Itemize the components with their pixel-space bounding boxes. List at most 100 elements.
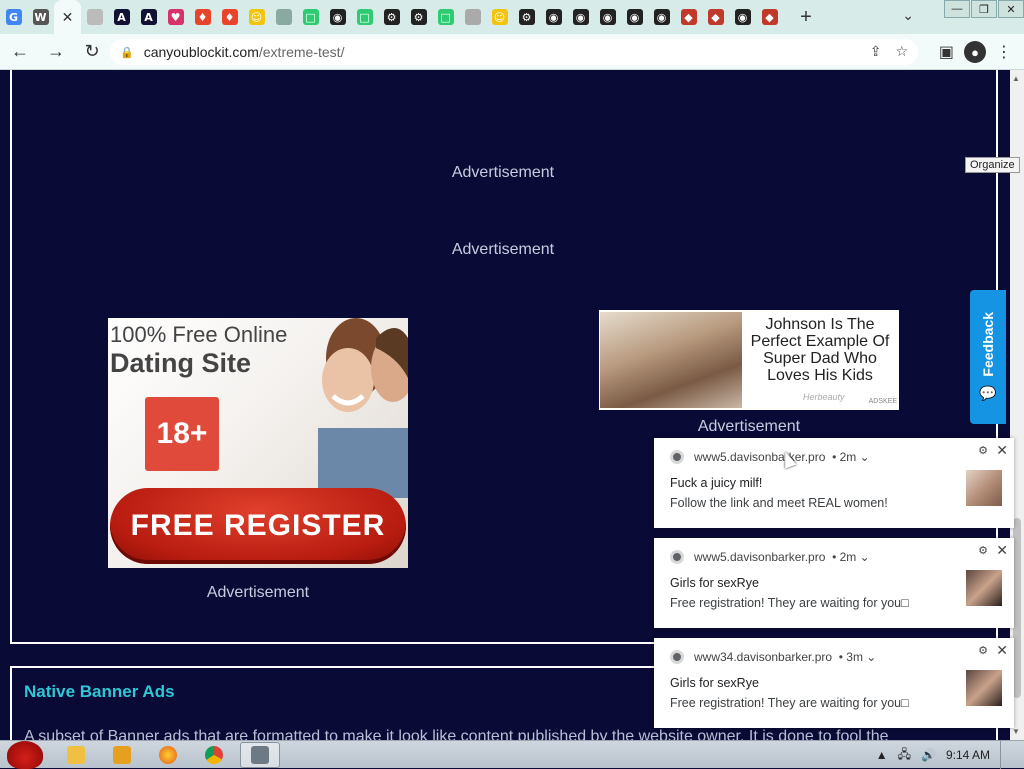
scroll-thumb[interactable] xyxy=(1013,518,1021,698)
minimize-button[interactable]: — xyxy=(944,0,970,18)
file-explorer-button[interactable] xyxy=(56,742,96,768)
close-icon[interactable]: ✕ xyxy=(996,442,1008,459)
browser-tab[interactable]: □ xyxy=(432,0,459,34)
browser-tab[interactable]: W xyxy=(27,0,54,34)
gear-icon[interactable]: ⚙ xyxy=(978,644,988,657)
browser-tab[interactable]: ⚙ xyxy=(405,0,432,34)
browser-tab[interactable]: ◆ xyxy=(675,0,702,34)
gear-icon[interactable]: ⚙ xyxy=(978,544,988,557)
angry-bird-icon xyxy=(7,740,43,769)
reload-button[interactable]: ↻ xyxy=(76,36,108,68)
close-window-button[interactable]: ✕ xyxy=(998,0,1024,18)
show-desktop-button[interactable] xyxy=(1000,741,1010,769)
browser-tab[interactable]: ♦ xyxy=(216,0,243,34)
browser-tab[interactable] xyxy=(459,0,486,34)
calculator-button[interactable] xyxy=(240,741,280,768)
browser-tab[interactable]: □ xyxy=(297,0,324,34)
browser-tab[interactable]: ◉ xyxy=(324,0,351,34)
notification-thumbnail xyxy=(966,670,1002,706)
organize-tooltip: Organize xyxy=(965,157,1020,173)
browser-tab[interactable]: G xyxy=(0,0,27,34)
notification-title: Fuck a juicy milf! xyxy=(670,476,763,490)
browser-tab[interactable]: ◉ xyxy=(540,0,567,34)
browser-tab[interactable]: □ xyxy=(351,0,378,34)
dating-ad-banner[interactable]: 100% Free Online Dating Site 18+ FREE RE… xyxy=(108,318,408,568)
ad-label: Advertisement xyxy=(451,241,555,258)
close-tab-icon[interactable]: ✕ xyxy=(62,9,74,26)
bookmark-star-icon[interactable]: ☆ xyxy=(895,43,908,60)
browser-tab[interactable]: ⚙ xyxy=(513,0,540,34)
scroll-down-icon[interactable]: ▼ xyxy=(1012,727,1020,736)
browser-tab[interactable]: ♥ xyxy=(162,0,189,34)
green-square-icon: □ xyxy=(437,9,454,25)
folder-icon xyxy=(67,745,85,764)
url-host: canyoublockit.com xyxy=(143,44,259,60)
system-tray: ▲ 🖧 🔊 9:14 AM xyxy=(876,741,1024,769)
section-title: Native Banner Ads xyxy=(24,682,175,701)
close-icon[interactable]: ✕ xyxy=(996,542,1008,559)
browser-tab[interactable]: ♦ xyxy=(189,0,216,34)
browser-tab[interactable] xyxy=(270,0,297,34)
browser-tab[interactable]: ⚙ xyxy=(378,0,405,34)
chrome-button[interactable] xyxy=(194,742,234,768)
news-photo xyxy=(600,312,742,408)
media-player-icon xyxy=(113,745,131,764)
browser-tab[interactable]: ◆ xyxy=(756,0,783,34)
native-news-ad[interactable]: Johnson Is The Perfect Example Of Super … xyxy=(599,310,899,410)
media-player-button[interactable] xyxy=(102,742,142,768)
browser-tab[interactable] xyxy=(81,0,108,34)
taskbar: ▲ 🖧 🔊 9:14 AM xyxy=(0,740,1024,769)
notification-card[interactable]: www5.davisonbarker.pro • 2m ⌄ Fuck a jui… xyxy=(654,438,1014,528)
forward-button[interactable]: → xyxy=(40,36,72,68)
feedback-tab[interactable]: Feedback 💬 xyxy=(970,290,1006,424)
url-path: /extreme-test/ xyxy=(258,44,345,60)
browser-tab[interactable]: ✕ xyxy=(54,0,81,34)
notification-origin: www5.davisonbarker.pro • 2m ⌄ xyxy=(694,550,870,564)
network-icon[interactable]: 🖧 xyxy=(898,745,911,766)
notification-card[interactable]: www34.davisonbarker.pro • 3m ⌄ Girls for… xyxy=(654,638,1014,728)
restore-button[interactable]: ❐ xyxy=(971,0,997,18)
smiley-icon: ☺ xyxy=(248,9,265,25)
notification-card[interactable]: www5.davisonbarker.pro • 2m ⌄ Girls for … xyxy=(654,538,1014,628)
back-button[interactable]: ← xyxy=(4,36,36,68)
wikipedia-icon: W xyxy=(32,9,49,25)
close-icon[interactable]: ✕ xyxy=(996,642,1008,659)
ad-label: Advertisement xyxy=(697,418,801,435)
share-icon[interactable]: ⇪ xyxy=(870,43,882,60)
browser-tab[interactable]: A xyxy=(135,0,162,34)
free-register-button[interactable]: FREE REGISTER xyxy=(110,488,406,564)
browser-tab[interactable]: A xyxy=(108,0,135,34)
browser-toolbar: ← → ↻ 🔒 canyoublockit.com/extreme-test/ … xyxy=(0,34,1024,70)
scroll-up-icon[interactable]: ▲ xyxy=(1012,74,1020,83)
browser-tab[interactable]: ◉ xyxy=(621,0,648,34)
browser-tab[interactable]: ◉ xyxy=(594,0,621,34)
ad-subheadline: Dating Site xyxy=(110,348,252,378)
lock-icon[interactable]: 🔒 xyxy=(120,46,134,59)
browser-tab[interactable]: ◉ xyxy=(648,0,675,34)
browser-tab[interactable]: ◉ xyxy=(729,0,756,34)
menu-kebab-icon[interactable]: ⋮ xyxy=(996,42,1012,62)
grey-circle-icon xyxy=(464,9,481,25)
tray-expand-icon[interactable]: ▲ xyxy=(876,748,888,762)
clock[interactable]: 9:14 AM xyxy=(946,748,990,762)
browser-tab[interactable]: ☺ xyxy=(486,0,513,34)
profile-avatar[interactable]: ● xyxy=(964,41,986,63)
browser-tab[interactable]: ◆ xyxy=(702,0,729,34)
news-headline: Johnson Is The Perfect Example Of Super … xyxy=(750,316,890,384)
browser-tab[interactable]: ☺ xyxy=(243,0,270,34)
volume-icon[interactable]: 🔊 xyxy=(921,748,936,762)
notification-origin: www34.davisonbarker.pro • 3m ⌄ xyxy=(694,650,877,664)
address-bar[interactable]: 🔒 canyoublockit.com/extreme-test/ ⇪ ☆ xyxy=(110,39,918,65)
new-tab-button[interactable]: + xyxy=(791,0,821,34)
brave-icon: ♦ xyxy=(221,9,238,25)
gear-icon[interactable]: ⚙ xyxy=(978,444,988,457)
side-panel-icon[interactable]: ▣ xyxy=(939,42,954,62)
firefox-button[interactable] xyxy=(148,742,188,768)
browser-tab[interactable]: ◉ xyxy=(567,0,594,34)
chrome-icon xyxy=(670,650,684,664)
chat-icon: 💬 xyxy=(979,384,997,401)
ad-network-label: ADSKEE xyxy=(868,398,897,405)
tab-search-chevron-icon[interactable]: ⌄ xyxy=(902,7,914,24)
start-button[interactable] xyxy=(0,740,50,769)
shield-red-icon: ◆ xyxy=(761,9,778,25)
